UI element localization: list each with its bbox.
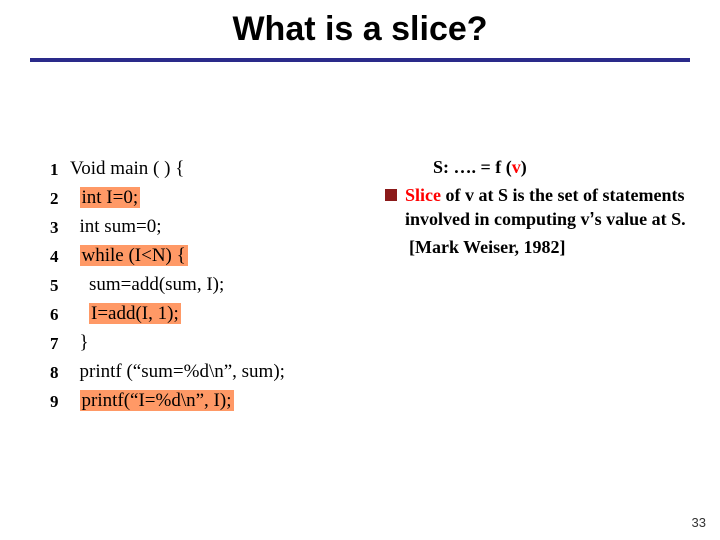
code-text: sum=add(sum, I); [70, 271, 224, 299]
definition-line-1: S: …. = f (v) [385, 155, 695, 179]
code-block: 1Void main ( ) {2 int I=0;3 int sum=0;4 … [50, 155, 380, 416]
code-line: 8 printf (“sum=%d\n”, sum); [50, 358, 380, 387]
line-number: 3 [50, 213, 70, 242]
definition-block: S: …. = f (v) Slice of v at S is the set… [385, 155, 695, 263]
highlighted-code: int I=0; [80, 187, 141, 208]
page-number: 33 [692, 515, 706, 530]
s-expression-prefix: S: …. = f ( [433, 157, 512, 177]
s-expression-variable: v [512, 157, 521, 177]
code-line: 2 int I=0; [50, 184, 380, 213]
line-number: 5 [50, 271, 70, 300]
s-expression-suffix: ) [521, 157, 527, 177]
highlighted-code: I=add(I, 1); [89, 303, 181, 324]
code-text: printf(“I=%d\n”, I); [70, 387, 234, 415]
line-number: 7 [50, 329, 70, 358]
line-number: 6 [50, 300, 70, 329]
code-text: Void main ( ) { [70, 155, 184, 183]
slide-title: What is a slice? [0, 10, 720, 49]
code-line: 9 printf(“I=%d\n”, I); [50, 387, 380, 416]
code-line: 6 I=add(I, 1); [50, 300, 380, 329]
code-line: 4 while (I<N) { [50, 242, 380, 271]
definition-line-2: Slice of v at S is the set of statements… [385, 183, 695, 231]
bullet-icon [385, 189, 397, 201]
highlighted-code: printf(“I=%d\n”, I); [80, 390, 234, 411]
code-text: } [70, 329, 89, 357]
line-number: 1 [50, 155, 70, 184]
highlighted-code: while (I<N) { [80, 245, 188, 266]
citation-text: [Mark Weiser, 1982] [405, 235, 695, 259]
title-underline [30, 58, 690, 62]
code-text: int I=0; [70, 184, 140, 212]
line-number: 9 [50, 387, 70, 416]
definition-text-b: s value at S. [595, 209, 686, 229]
line-number: 4 [50, 242, 70, 271]
code-text: while (I<N) { [70, 242, 188, 270]
code-text: I=add(I, 1); [70, 300, 181, 328]
citation-line: [Mark Weiser, 1982] [385, 235, 695, 259]
line-number: 8 [50, 358, 70, 387]
code-text: printf (“sum=%d\n”, sum); [70, 358, 285, 386]
slice-word: Slice [405, 185, 441, 205]
slide: What is a slice? 1Void main ( ) {2 int I… [0, 0, 720, 540]
code-line: 5 sum=add(sum, I); [50, 271, 380, 300]
code-line: 7 } [50, 329, 380, 358]
code-text: int sum=0; [70, 213, 161, 241]
line-number: 2 [50, 184, 70, 213]
code-line: 1Void main ( ) { [50, 155, 380, 184]
code-line: 3 int sum=0; [50, 213, 380, 242]
